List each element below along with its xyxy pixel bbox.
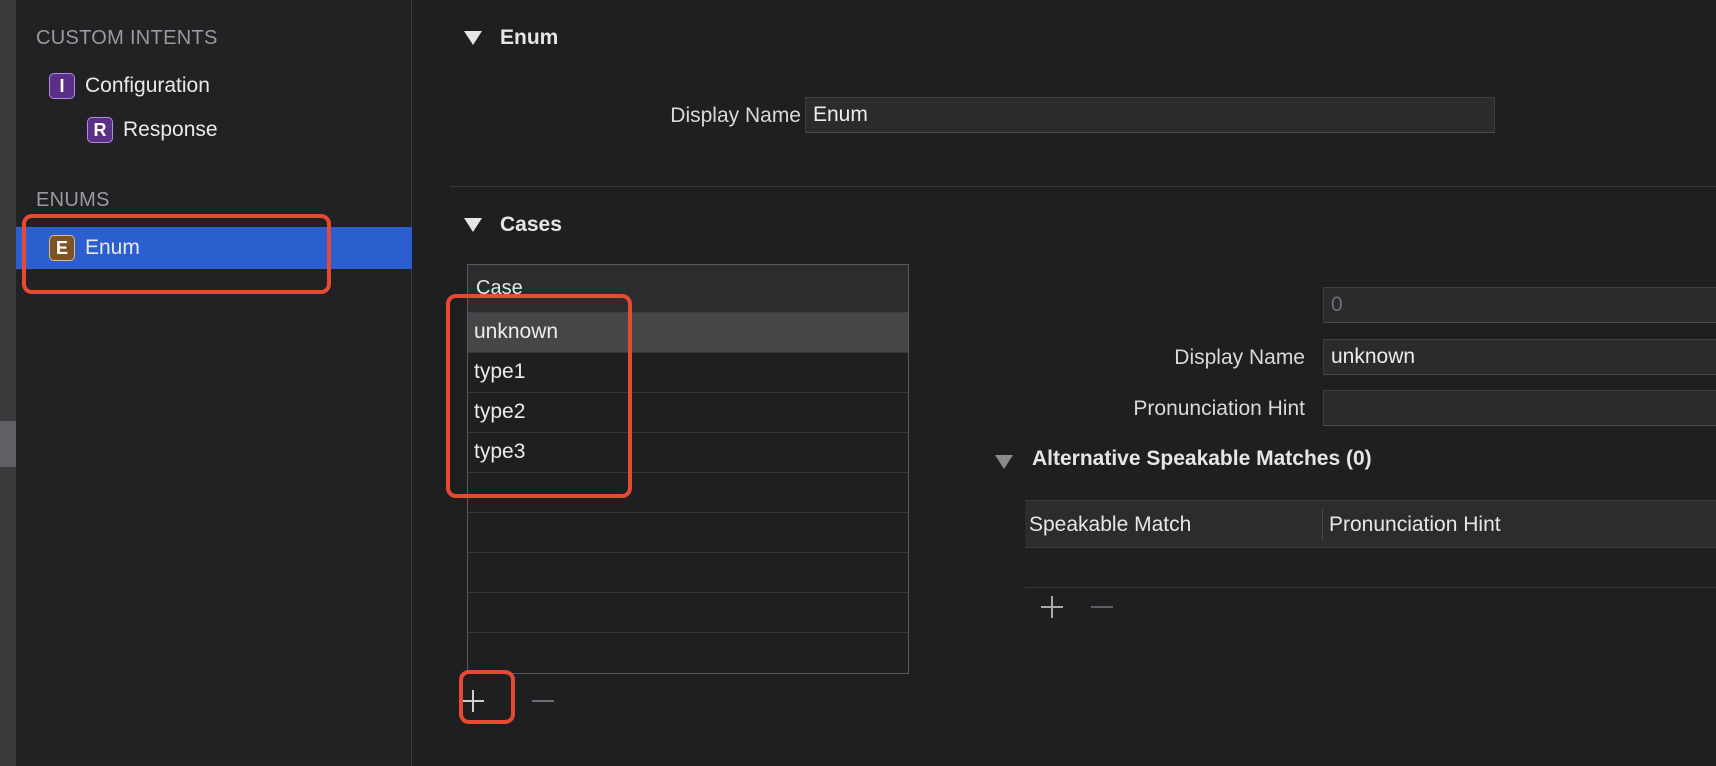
sidebar-item-label: Enum	[85, 236, 140, 259]
pronunciation-hint-label: Pronunciation Hint	[1133, 397, 1305, 420]
disclosure-triangle-icon[interactable]	[464, 218, 482, 232]
group-title-alternatives: Alternative Speakable Matches (0)	[1032, 447, 1372, 470]
table-row[interactable]: type1	[468, 353, 908, 393]
enum-display-name-field[interactable]: Enum	[805, 97, 1495, 133]
sidebar-item-enum[interactable]: E Enum	[16, 227, 412, 269]
column-divider[interactable]	[1322, 509, 1323, 541]
plus-icon	[1041, 596, 1063, 618]
table-row[interactable]: unknown	[468, 313, 908, 353]
table-row-empty[interactable]	[468, 633, 908, 673]
xcode-intent-editor: CUSTOM INTENTS I Configuration R Respons…	[0, 0, 1716, 766]
table-row-empty[interactable]	[468, 593, 908, 633]
sidebar-item-label: Configuration	[85, 74, 210, 97]
cases-table: Case unknown type1 type2 type3	[467, 264, 909, 674]
sidebar-item-response[interactable]: R Response	[87, 109, 218, 151]
disclosure-triangle-icon[interactable]	[995, 455, 1013, 469]
minus-icon	[1091, 606, 1113, 608]
remove-speakable-match-button[interactable]	[1087, 592, 1117, 622]
disclosure-triangle-icon[interactable]	[464, 31, 482, 45]
minus-icon	[532, 700, 554, 702]
dock-scroll-band[interactable]	[0, 421, 16, 467]
sidebar-item-configuration[interactable]: I Configuration	[49, 65, 210, 107]
index-field[interactable]: 0	[1323, 287, 1716, 323]
group-title-enum: Enum	[500, 26, 559, 49]
column-header-pronunciation-hint[interactable]: Pronunciation Hint	[1329, 513, 1501, 537]
cases-column-header[interactable]: Case	[468, 265, 908, 313]
left-dock-strip	[0, 0, 16, 766]
group-title-cases: Cases	[500, 213, 562, 236]
response-icon: R	[87, 117, 113, 143]
table-row-empty[interactable]	[468, 553, 908, 593]
table-row-empty[interactable]	[468, 513, 908, 553]
case-display-name-label: Display Name	[1174, 346, 1305, 369]
table-row[interactable]: type3	[468, 433, 908, 473]
speakable-table-header: Speakable Match Pronunciation Hint	[1025, 500, 1716, 548]
table-row-empty[interactable]	[1025, 548, 1716, 588]
add-speakable-match-button[interactable]	[1037, 592, 1067, 622]
sidebar: CUSTOM INTENTS I Configuration R Respons…	[16, 0, 412, 766]
remove-case-button[interactable]	[528, 686, 558, 716]
add-case-button[interactable]	[458, 686, 488, 716]
column-header-speakable-match[interactable]: Speakable Match	[1029, 513, 1191, 537]
plus-icon	[462, 690, 484, 712]
section-header-custom-intents: CUSTOM INTENTS	[36, 27, 218, 49]
table-row[interactable]: type2	[468, 393, 908, 433]
section-separator	[450, 186, 1716, 187]
section-header-enums: ENUMS	[36, 189, 110, 211]
main-editor: Enum Display Name Enum Cases Case unknow…	[413, 0, 1716, 766]
case-display-name-field[interactable]: unknown	[1323, 339, 1716, 375]
table-row-empty[interactable]	[468, 473, 908, 513]
pronunciation-hint-field[interactable]	[1323, 390, 1716, 426]
speakable-matches-table: Speakable Match Pronunciation Hint	[1025, 500, 1716, 588]
display-name-label: Display Name	[670, 104, 801, 127]
intent-icon: I	[49, 73, 75, 99]
enum-icon: E	[49, 235, 75, 261]
sidebar-item-label: Response	[123, 118, 218, 141]
